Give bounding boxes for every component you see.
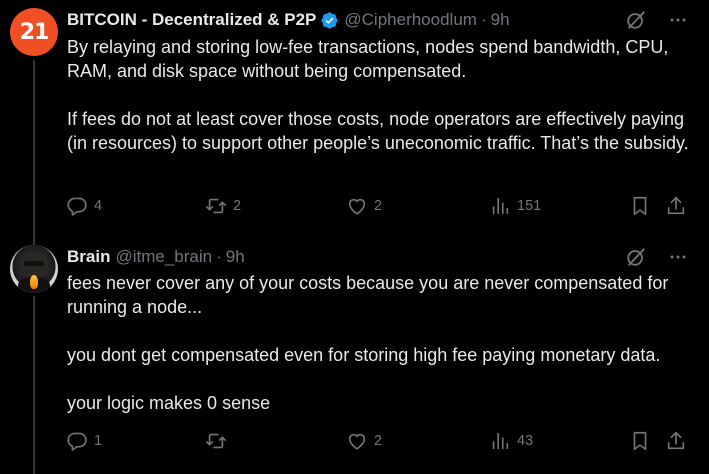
author-name[interactable]: BITCOIN - Decentralized & P2P [67,10,316,30]
post-text: By relaying and storing low-fee transact… [67,35,692,155]
repost-button[interactable] [205,429,233,453]
post-paragraph: your logic makes 0 sense [67,393,271,413]
post-text: fees never cover any of your costs becau… [67,271,692,415]
post-actions: 4 2 2 151 [66,194,688,218]
views-count: 43 [517,433,534,449]
reply-count: 4 [94,198,103,214]
author-handle[interactable]: @Cipherhoodlum [344,10,477,30]
like-count: 2 [374,198,383,214]
bookmark-button[interactable] [629,194,651,218]
share-button[interactable] [665,194,687,218]
grok-icon[interactable] [625,246,647,268]
post-time[interactable]: 9h [491,10,510,30]
author-handle[interactable]: @itme_brain [115,247,212,267]
reply-button[interactable]: 1 [66,429,102,453]
share-button[interactable] [665,429,687,453]
repost-button[interactable]: 2 [205,194,241,218]
avatar[interactable] [10,245,58,293]
like-icon [348,198,366,215]
avatar[interactable]: 21 [10,8,58,56]
post-paragraph: If fees do not at least cover those cost… [67,109,689,153]
reply-icon [67,197,87,216]
views-icon [492,432,509,450]
share-icon [667,196,685,215]
grok-icon[interactable] [625,9,647,31]
share-icon [667,431,685,450]
author-name[interactable]: Brain [67,247,110,267]
repost-icon [206,433,226,449]
avatar-label: 21 [19,19,50,45]
bookmark-icon [633,196,647,216]
post-time[interactable]: 9h [226,247,245,267]
post-paragraph: By relaying and storing low-fee transact… [67,37,669,81]
bookmark-button[interactable] [629,429,651,453]
more-icon[interactable] [669,11,687,29]
post[interactable]: 21 BITCOIN - Decentralized & P2P @Cipher… [0,0,709,240]
verified-badge-icon [321,11,339,29]
repost-icon [206,198,226,214]
separator-dot: · [480,10,487,29]
bookmark-icon [633,431,647,451]
views-count: 151 [517,198,542,214]
post-paragraph: you dont get compensated even for storin… [67,345,661,365]
like-count: 2 [374,433,383,449]
reply-count: 1 [94,433,103,449]
like-button[interactable]: 2 [346,194,382,218]
post-header-actions [625,246,687,268]
reply-button[interactable]: 4 [66,194,102,218]
reply-icon [67,432,87,451]
post-actions: 1 2 43 [66,429,688,453]
post-header: BITCOIN - Decentralized & P2P @Cipherhoo… [67,9,510,31]
like-button[interactable]: 2 [346,429,382,453]
like-icon [348,433,366,450]
views-icon [492,197,509,215]
views-button[interactable]: 151 [489,194,541,218]
post-header-actions [625,9,687,31]
views-button[interactable]: 43 [489,429,533,453]
more-icon[interactable] [669,248,687,266]
separator-dot: · [216,247,222,266]
post-header: Brain @itme_brain · 9h [67,246,245,268]
repost-count: 2 [233,198,242,214]
post-paragraph: fees never cover any of your costs becau… [67,273,669,317]
post[interactable]: Brain @itme_brain · 9h fees never cover … [0,240,709,474]
